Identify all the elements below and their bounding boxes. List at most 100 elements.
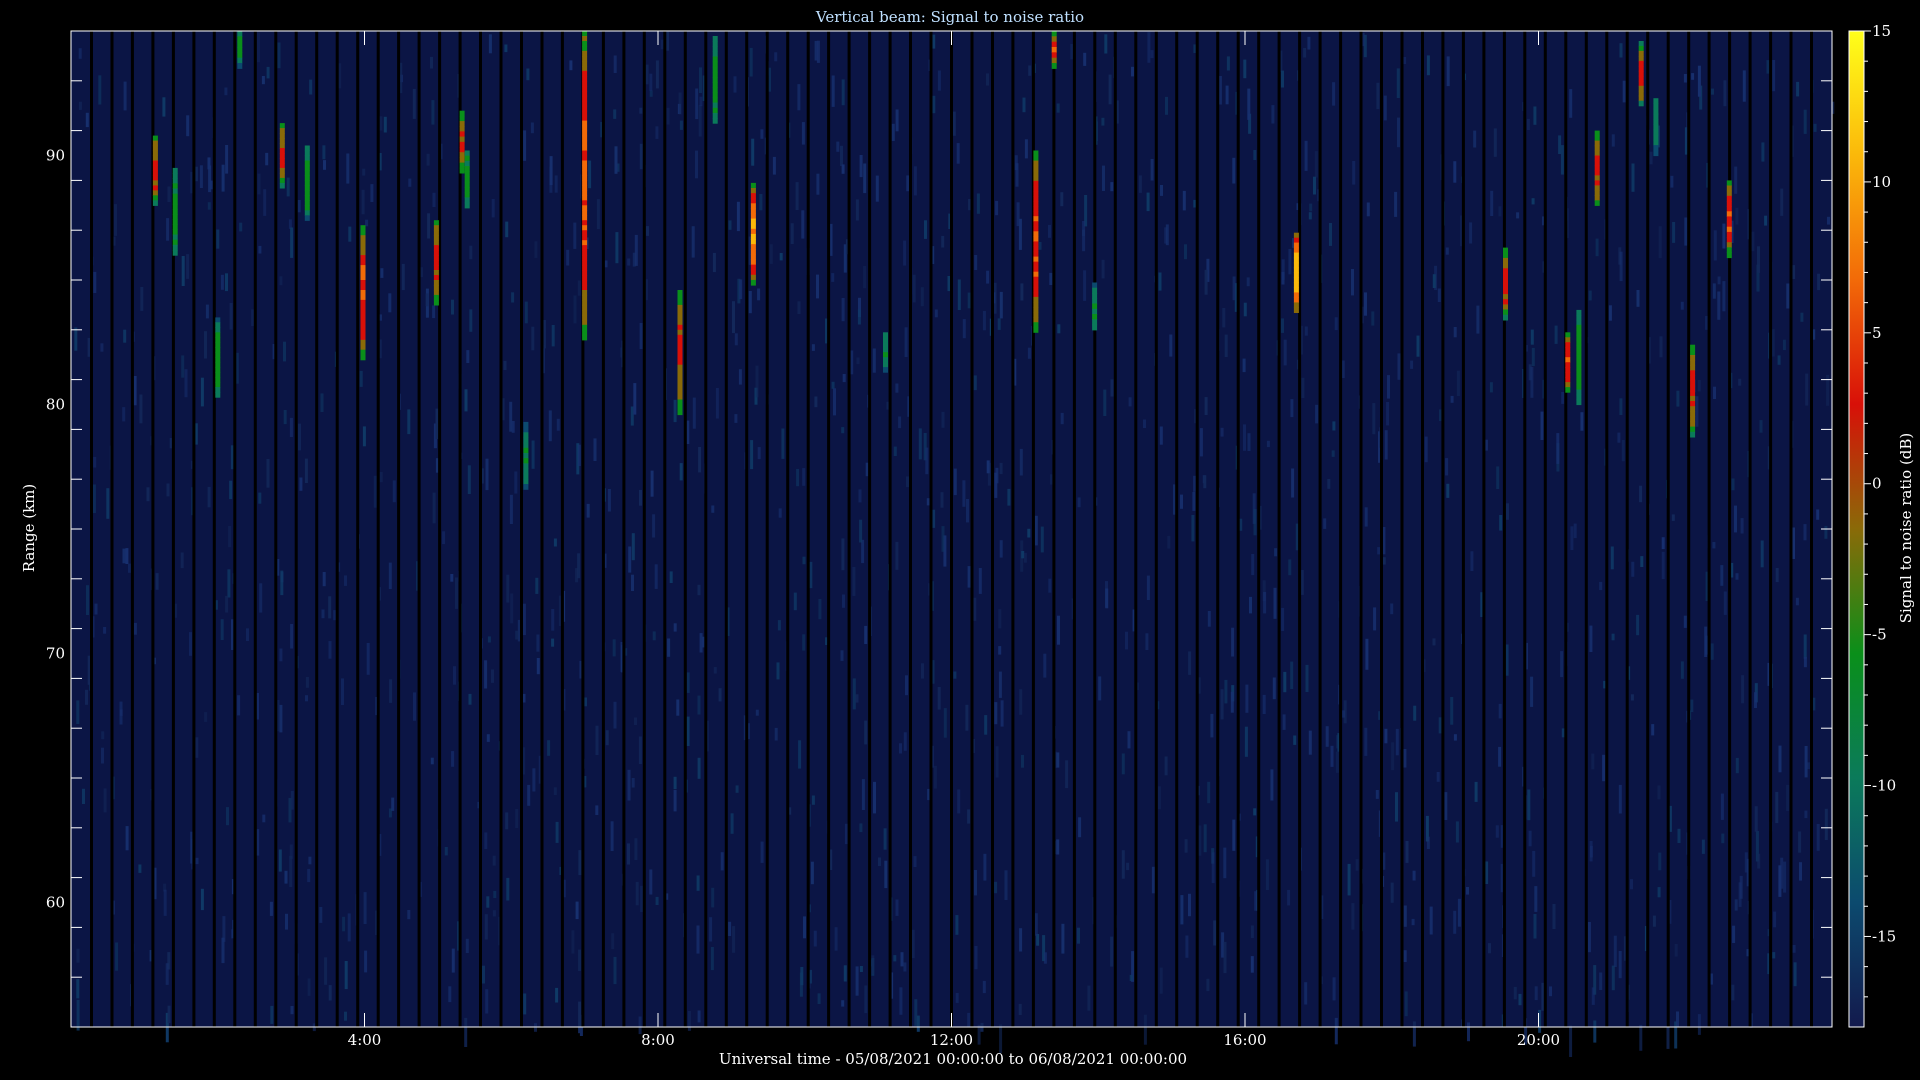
echo-cell [677,364,683,371]
snr-chart: Vertical beam: Signal to noise ratio 60 7… [20,8,1915,1068]
echo-cell [582,245,588,251]
echo-cell [1726,201,1732,207]
echo-mark [750,182,756,286]
echo-cell [677,369,683,376]
scan-gap [1093,31,1097,1027]
echo-cell [750,223,756,230]
echo-cell [152,155,158,162]
scan-gap [376,31,380,1027]
scan-gap [704,31,708,1027]
scan-gap [888,31,892,1027]
echo-cell [1726,252,1732,259]
echo-cell [279,148,285,154]
echo-cell [279,177,285,184]
echo-cell [677,359,683,366]
scan-gap [397,31,401,1027]
echo-cell [712,92,718,99]
echo-cell [677,404,683,411]
scan-gap [1810,31,1813,1027]
echo-cell [582,235,588,241]
echo-cell [237,36,243,43]
echo-cell [1033,231,1039,237]
echo-cell [279,163,285,169]
echo-cell [433,260,439,266]
echo-cell [750,244,756,250]
echo-cell [750,254,756,261]
echo-cell [523,421,529,428]
echo-cell [582,100,588,107]
echo-cell [582,160,588,167]
echo-cell [1690,390,1696,397]
echo-cell [582,205,588,211]
echo-cell [172,214,178,220]
echo-cell [1726,216,1732,223]
echo-cell [1033,307,1039,313]
echo-cell [304,200,310,206]
echo-cell [582,60,588,67]
echo-cell [677,344,683,351]
echo-cell [1565,342,1571,348]
echo-cell [304,185,310,191]
echo-cell [1576,384,1582,391]
echo-cell [582,125,588,132]
echo-cell [582,220,588,226]
echo-cell [1503,252,1508,259]
echo-cell [360,255,366,261]
scan-gap [1298,31,1302,1027]
x-tick-label: 12:00 [930,1031,973,1049]
echo-cell [360,275,366,281]
echo-cell [360,230,366,236]
echo-cell [582,140,588,147]
echo-cell [1576,364,1582,371]
echo-cell [360,329,366,336]
scan-gap [274,31,278,1027]
echo-cell [433,235,439,241]
echo-mark [1503,247,1508,321]
echo-cell [1690,421,1696,428]
echo-cell [172,188,178,195]
echo-cell [582,55,588,62]
echo-cell [677,374,683,381]
echo-cell [1565,367,1571,373]
echo-cell [1726,221,1732,228]
echo-cell [433,250,439,256]
scan-gap [1113,31,1117,1027]
echo-mark [152,135,158,206]
echo-cell [464,181,470,188]
echo-cell [677,389,683,396]
echo-cell [1726,180,1732,187]
echo-cell [215,352,221,358]
echo-cell [1033,317,1039,323]
scan-gap [417,31,421,1027]
echo-cell [459,152,465,158]
scan-gap [1216,31,1220,1027]
echo-cell [677,290,683,296]
echo-cell [1594,145,1600,152]
echo-cell [1033,312,1039,318]
echo-cell [582,135,588,142]
echo-cell [172,250,178,256]
echo-cell [433,265,439,271]
echo-cell [1576,399,1582,406]
echo-mark [1565,332,1571,393]
echo-cell [1653,119,1659,125]
scan-gap [1072,31,1076,1027]
chart-title: Vertical beam: Signal to noise ratio [815,8,1084,26]
echo-mark [433,220,439,306]
scan-gap [991,31,994,1027]
echo-cell [1033,322,1039,328]
echo-cell [1092,314,1098,320]
echo-cell [152,195,158,201]
scan-gap [253,31,257,1027]
echo-cell [523,442,529,449]
echo-cell [677,339,683,346]
echo-cell [712,36,718,42]
echo-cell [304,170,310,176]
echo-cell [1653,139,1659,146]
echo-cell [1293,292,1299,298]
echo-cell [360,270,366,276]
scan-gap [1523,31,1527,1027]
echo-cell [582,115,588,122]
echo-cell [433,294,439,301]
echo-cell [677,299,683,306]
